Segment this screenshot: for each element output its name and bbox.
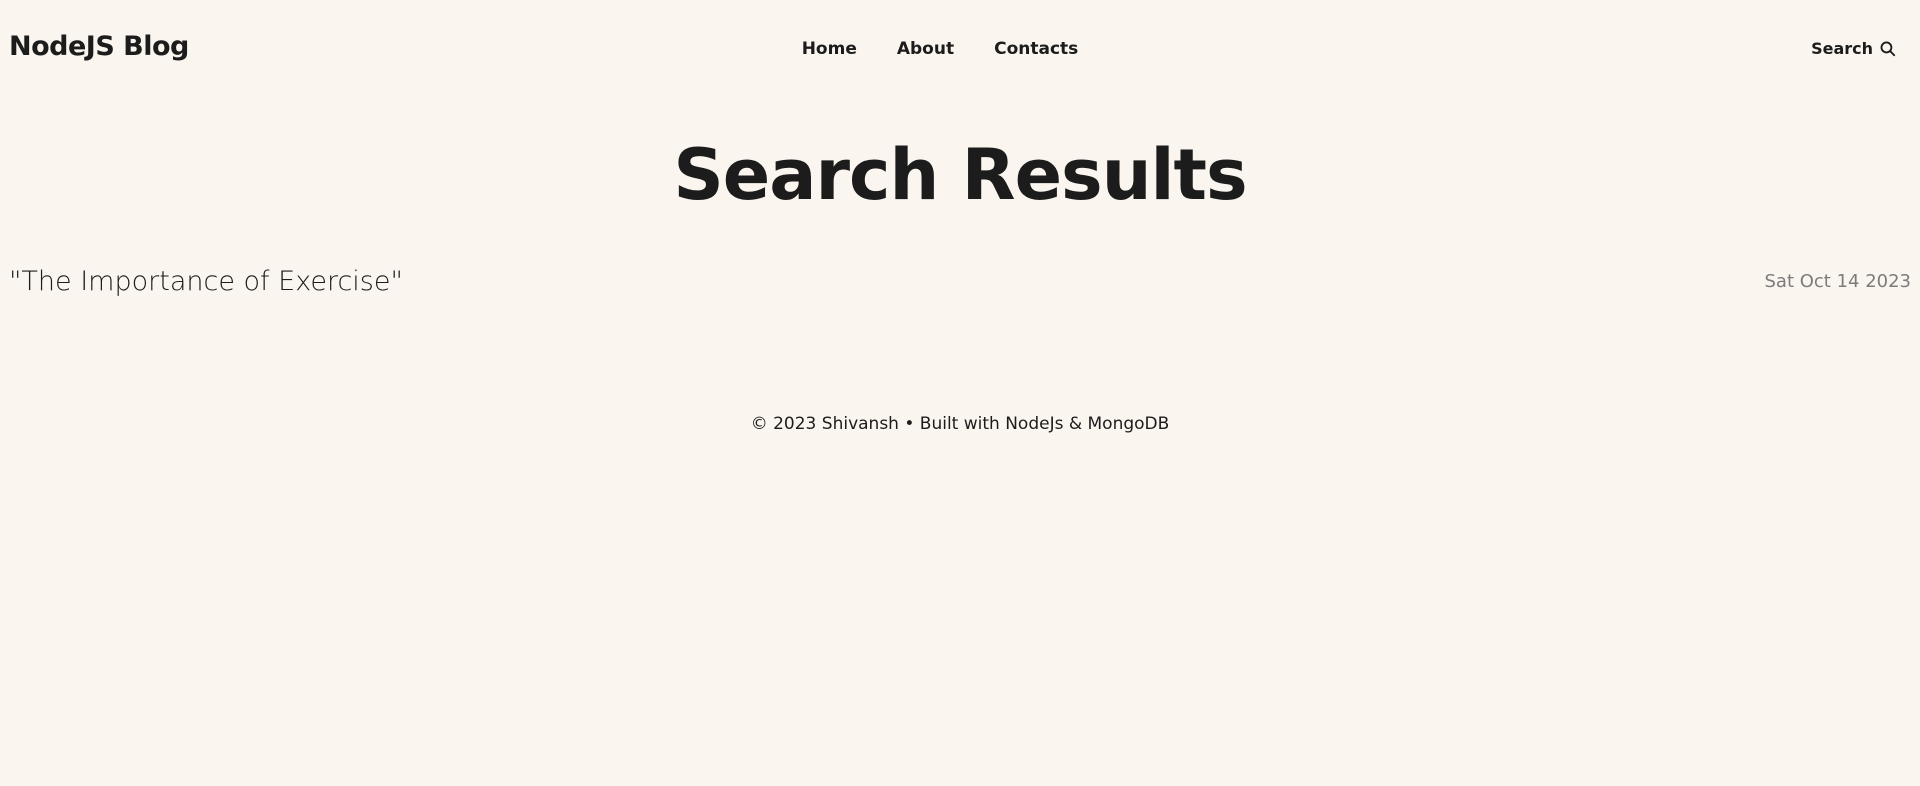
footer-text: © 2023 Shivansh • Built with NodeJs & Mo… — [750, 414, 1170, 434]
nav-link-about[interactable]: About — [897, 39, 954, 59]
site-logo[interactable]: NodeJS Blog — [9, 31, 189, 62]
search-result-item[interactable]: "The Importance of Exercise" Sat Oct 14 … — [9, 266, 1911, 297]
site-footer: © 2023 Shivansh • Built with NodeJs & Mo… — [0, 414, 1920, 434]
search-button[interactable]: Search — [1811, 39, 1896, 58]
page-title: Search Results — [673, 134, 1247, 216]
main-content: Search Results "The Importance of Exerci… — [0, 140, 1920, 297]
result-title[interactable]: "The Importance of Exercise" — [9, 266, 403, 297]
search-icon — [1879, 40, 1896, 57]
search-results-list: "The Importance of Exercise" Sat Oct 14 … — [0, 266, 1920, 297]
result-date: Sat Oct 14 2023 — [1764, 271, 1911, 292]
search-button-label: Search — [1811, 39, 1873, 58]
main-nav: Home About Contacts — [0, 39, 1920, 59]
site-header: NodeJS Blog Home About Contacts Search — [0, 0, 1920, 100]
nav-link-home[interactable]: Home — [802, 39, 857, 59]
nav-link-contacts[interactable]: Contacts — [994, 39, 1078, 59]
